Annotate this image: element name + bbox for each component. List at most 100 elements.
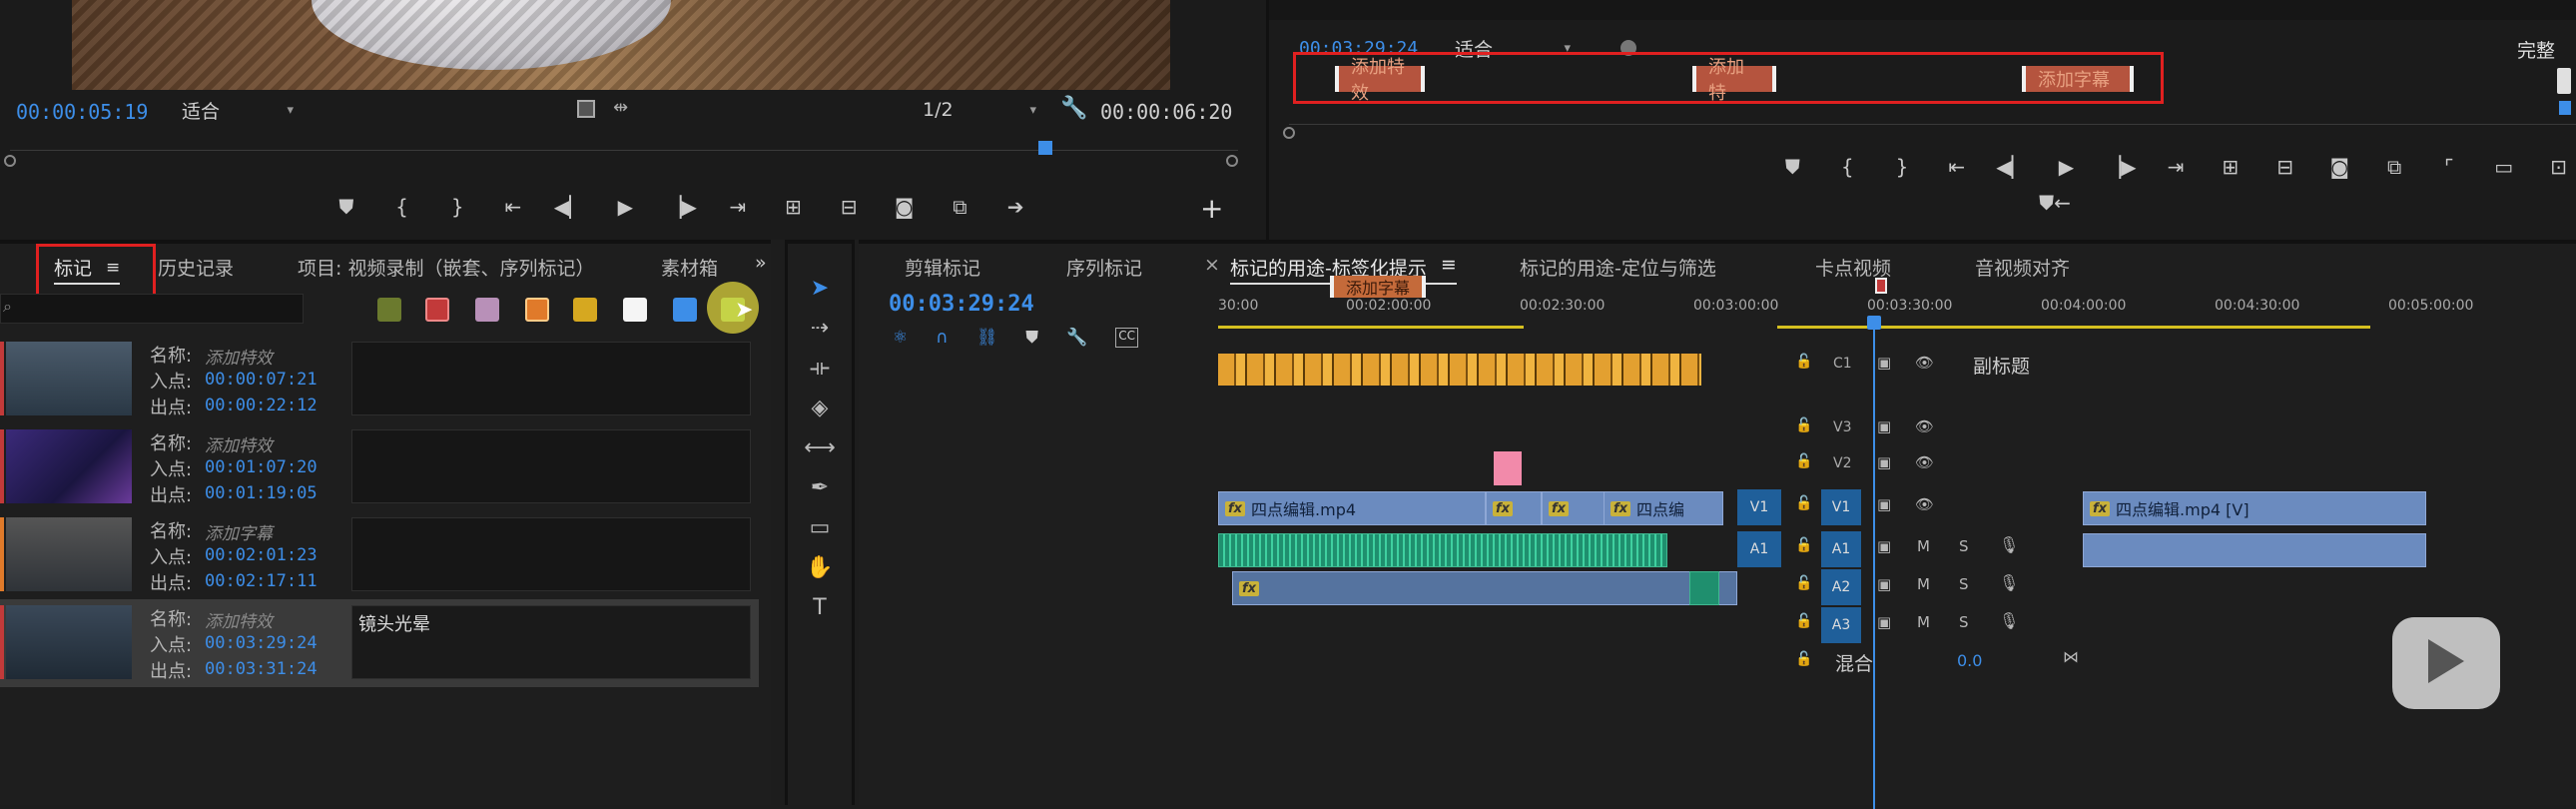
a2-clip[interactable]: fx (1232, 571, 1737, 605)
toggle-output-icon[interactable]: ▣ (1877, 417, 1891, 435)
solo-button[interactable]: S (1959, 537, 1969, 555)
track-header-v3[interactable]: 🔓 V3 ▣ 👁 (1737, 413, 2075, 449)
lock-icon[interactable]: 🔓 (1795, 417, 1812, 433)
track-header-v2[interactable]: 🔓 V2 ▣ 👁 (1737, 449, 2075, 485)
toggle-output-icon[interactable]: ▣ (1877, 354, 1891, 372)
source-patch-v1[interactable]: V1 (1737, 489, 1781, 525)
eye-icon[interactable]: 👁 (1915, 453, 1934, 471)
solo-button[interactable]: S (1959, 575, 1969, 593)
program-playhead[interactable] (2559, 101, 2571, 115)
microphone-icon[interactable]: 🎙 (1999, 535, 2019, 554)
tab-beat-video[interactable]: 卡点视频 (1815, 254, 1891, 281)
tab-project[interactable]: 项目: 视频录制（嵌套、序列标记） (298, 254, 594, 281)
scrub-start-handle[interactable] (1283, 127, 1295, 139)
menu-icon[interactable]: ≡ (1441, 254, 1457, 281)
source-resolution-dropdown[interactable]: 1/2 ▾ (917, 96, 1042, 124)
track-target-a1[interactable]: A1 (1821, 531, 1861, 567)
panel-overflow-icon[interactable]: » (755, 252, 767, 274)
play-icon[interactable]: ▶ (2050, 150, 2083, 184)
microphone-icon[interactable]: 🎙 (1999, 573, 2019, 592)
track-target-a2[interactable]: A2 (1821, 569, 1861, 605)
go-to-out-icon[interactable]: ⇥ (723, 190, 753, 224)
color-filter-blue[interactable] (673, 298, 697, 322)
go-to-in-icon[interactable]: ⇤ (1940, 150, 1973, 184)
program-scrub-bar[interactable] (1283, 101, 2576, 140)
work-area-bar-left[interactable] (1218, 326, 1524, 329)
tab-locate-filter[interactable]: 标记的用途-定位与筛选 (1520, 254, 1716, 281)
lock-icon[interactable]: 🔓 (1795, 354, 1812, 370)
marker-search-input[interactable]: ⌕ (0, 294, 304, 324)
marker-comment-field[interactable] (351, 342, 751, 415)
step-forward-icon[interactable]: ▕▶ (666, 190, 697, 224)
eye-icon[interactable]: 👁 (1915, 495, 1934, 513)
color-filter-mauve[interactable] (475, 298, 499, 322)
mark-out-icon[interactable]: } (1886, 150, 1919, 184)
play-icon[interactable]: ▶ (610, 190, 640, 224)
wrench-icon[interactable]: 🔧 (1066, 328, 1087, 348)
expand-icon[interactable]: ⇹ (613, 97, 628, 118)
linked-selection-icon[interactable]: ⛓ (976, 328, 998, 348)
toggle-output-icon[interactable]: ▣ (1877, 453, 1891, 471)
lift-icon[interactable]: ⊞ (2214, 150, 2247, 184)
eye-icon[interactable]: 👁 (1915, 354, 1934, 372)
extract-icon[interactable]: ⊟ (2268, 150, 2301, 184)
source-timecode[interactable]: 00:00:05:19 (16, 100, 148, 124)
a1-clip[interactable] (1218, 533, 1667, 567)
toggle-output-icon[interactable]: ▣ (1877, 537, 1891, 555)
captions-icon[interactable]: CC (1115, 328, 1138, 348)
ruler-red-marker[interactable] (1875, 278, 1887, 294)
color-filter-olive[interactable] (377, 298, 401, 322)
track-header-c1[interactable]: 🔓 C1 ▣ 👁 副标题 (1737, 350, 2075, 386)
scrub-end-handle[interactable] (1226, 155, 1238, 167)
ruler-marker-subtitle[interactable]: 添加字幕 (1330, 276, 1426, 298)
track-target-v1[interactable]: V1 (1821, 489, 1861, 525)
track-header-a2[interactable]: 🔓 A2 ▣ M S 🎙 (1737, 569, 2075, 605)
selection-tool-icon[interactable]: ➤ (802, 272, 838, 304)
v1-clip[interactable]: fx (1486, 491, 1542, 525)
settings-frame-icon[interactable]: ⧉ (946, 190, 975, 224)
settings-frame-icon[interactable]: ⧉ (2378, 150, 2411, 184)
insert-icon[interactable]: ⊞ (779, 190, 809, 224)
multicam-icon[interactable]: ▭ (2487, 150, 2520, 184)
magnet-snap-icon[interactable]: ∩ (936, 328, 948, 348)
program-quality-label[interactable]: 完整 (2517, 36, 2555, 63)
add-marker-icon[interactable]: ⛊ (331, 190, 361, 224)
tab-bin[interactable]: 素材箱 (661, 254, 718, 281)
microphone-icon[interactable]: 🎙 (1999, 611, 2019, 630)
tab-history[interactable]: 历史记录 (158, 254, 234, 281)
toggle-output-icon[interactable]: ▣ (1877, 495, 1891, 513)
camera-icon[interactable]: ◙ (890, 190, 920, 224)
marker-comment-field[interactable] (351, 517, 751, 591)
mark-in-icon[interactable]: { (387, 190, 417, 224)
mix-end-icon[interactable]: ⋈ (2063, 647, 2079, 666)
track-header-a3[interactable]: 🔓 A3 ▣ M S 🎙 (1737, 607, 2075, 643)
color-filter-white[interactable] (623, 298, 647, 322)
lock-icon[interactable]: 🔓 (1795, 613, 1812, 629)
track-target-a3[interactable]: A3 (1821, 607, 1861, 643)
source-patch-a1[interactable]: A1 (1737, 531, 1781, 567)
a2-clip-green[interactable] (1689, 571, 1719, 605)
pen-tool-icon[interactable]: ✒ (802, 471, 838, 503)
solo-button[interactable]: S (1959, 613, 1969, 631)
program-right-handle[interactable] (2557, 68, 2571, 94)
tab-clip-markers[interactable]: 剪辑标记 (905, 254, 980, 281)
track-header-mix[interactable]: 🔓 混合 0.0 ⋈ (1737, 647, 2079, 683)
add-marker-icon[interactable]: ⛊ (1025, 328, 1038, 348)
type-tool-icon[interactable]: T (802, 591, 838, 623)
timeline-ruler[interactable]: 30:00 00:02:00:00 00:02:30:00 00:03:00:0… (1218, 276, 2576, 334)
camera-icon[interactable]: ◙ (2323, 150, 2356, 184)
add-button-icon[interactable]: + (1200, 192, 1223, 225)
lock-icon[interactable]: 🔓 (1795, 575, 1812, 591)
lock-icon[interactable]: 🔓 (1795, 453, 1812, 469)
slip-tool-icon[interactable]: ⟷ (802, 431, 838, 463)
timeline-playhead[interactable] (1873, 324, 1875, 809)
ripple-edit-tool-icon[interactable]: ⟛ (802, 352, 838, 384)
lock-icon[interactable]: 🔓 (1795, 537, 1812, 553)
toggle-output-icon[interactable]: ▣ (1877, 613, 1891, 631)
mark-out-icon[interactable]: } (442, 190, 472, 224)
track-select-tool-icon[interactable]: ⇢ (802, 312, 838, 344)
marker-row[interactable]: 名称: 添加特效 入点: 00:01:07:20 出点: 00:01:19:05 (0, 423, 759, 511)
hand-tool-icon[interactable]: ✋ (802, 551, 838, 583)
mute-button[interactable]: M (1917, 537, 1930, 555)
source-zoom-dropdown[interactable]: 适合 ▾ (176, 96, 300, 124)
